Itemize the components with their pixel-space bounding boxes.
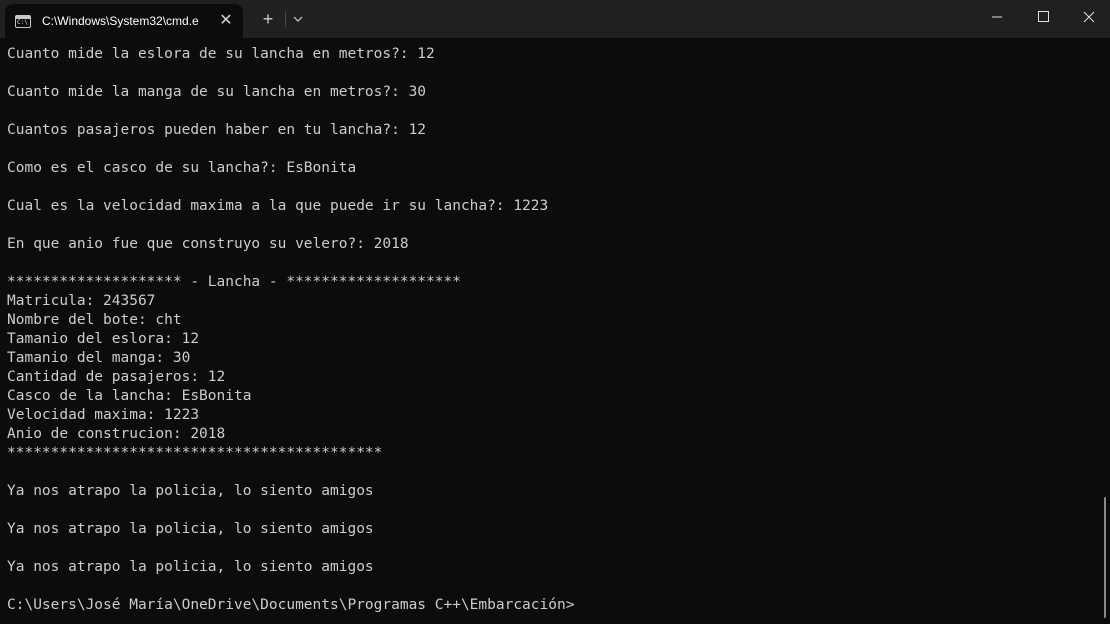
minimize-button[interactable] xyxy=(974,0,1020,34)
close-button[interactable] xyxy=(1066,0,1110,34)
terminal-line: Tamanio del eslora: 12 xyxy=(7,331,200,347)
tab-title: C:\Windows\System32\cmd.e xyxy=(42,14,199,28)
tab-separator xyxy=(285,11,286,27)
terminal-line: Cuanto mide la manga de su lancha en met… xyxy=(7,84,427,100)
title-bar: C:\ C:\Windows\System32\cmd.e ✕ + xyxy=(0,0,1110,38)
scrollbar-thumb[interactable] xyxy=(1104,497,1106,618)
terminal-line: ******************** - Lancha - ********… xyxy=(7,274,461,290)
cmd-icon: C:\ xyxy=(15,15,31,28)
terminal-line: Anio de construcion: 2018 xyxy=(7,426,226,442)
terminal-line: Ya nos atrapo la policia, lo siento amig… xyxy=(7,483,374,499)
terminal-line: ****************************************… xyxy=(7,445,383,461)
terminal-line: Cuanto mide la eslora de su lancha en me… xyxy=(7,46,435,62)
terminal-line: Cuantos pasajeros pueden haber en tu lan… xyxy=(7,122,427,138)
new-tab-button[interactable]: + xyxy=(258,9,278,29)
terminal-window: C:\ C:\Windows\System32\cmd.e ✕ + Cuanto… xyxy=(0,0,1110,624)
terminal-line: Matricula: 243567 xyxy=(7,293,156,309)
terminal-line: En que anio fue que construyo su velero?… xyxy=(7,236,409,252)
terminal-line: Como es el casco de su lancha?: EsBonita xyxy=(7,160,357,176)
terminal-line: Casco de la lancha: EsBonita xyxy=(7,388,252,404)
terminal-line: Ya nos atrapo la policia, lo siento amig… xyxy=(7,521,374,537)
tab-close-icon[interactable]: ✕ xyxy=(217,12,235,30)
terminal-line: Velocidad maxima: 1223 xyxy=(7,407,200,423)
chevron-down-icon[interactable] xyxy=(289,9,307,29)
terminal-line: Ya nos atrapo la policia, lo siento amig… xyxy=(7,559,374,575)
terminal-prompt[interactable]: C:\Users\José María\OneDrive\Documents\P… xyxy=(7,596,1097,615)
terminal-line: Cantidad de pasajeros: 12 xyxy=(7,369,226,385)
tab-cmd[interactable]: C:\ C:\Windows\System32\cmd.e ✕ xyxy=(5,4,243,38)
terminal-output[interactable]: Cuanto mide la eslora de su lancha en me… xyxy=(7,45,1097,620)
maximize-button[interactable] xyxy=(1020,0,1066,34)
terminal-line: Tamanio del manga: 30 xyxy=(7,350,191,366)
terminal-line: Nombre del bote: cht xyxy=(7,312,182,328)
terminal-line: Cual es la velocidad maxima a la que pue… xyxy=(7,198,549,214)
